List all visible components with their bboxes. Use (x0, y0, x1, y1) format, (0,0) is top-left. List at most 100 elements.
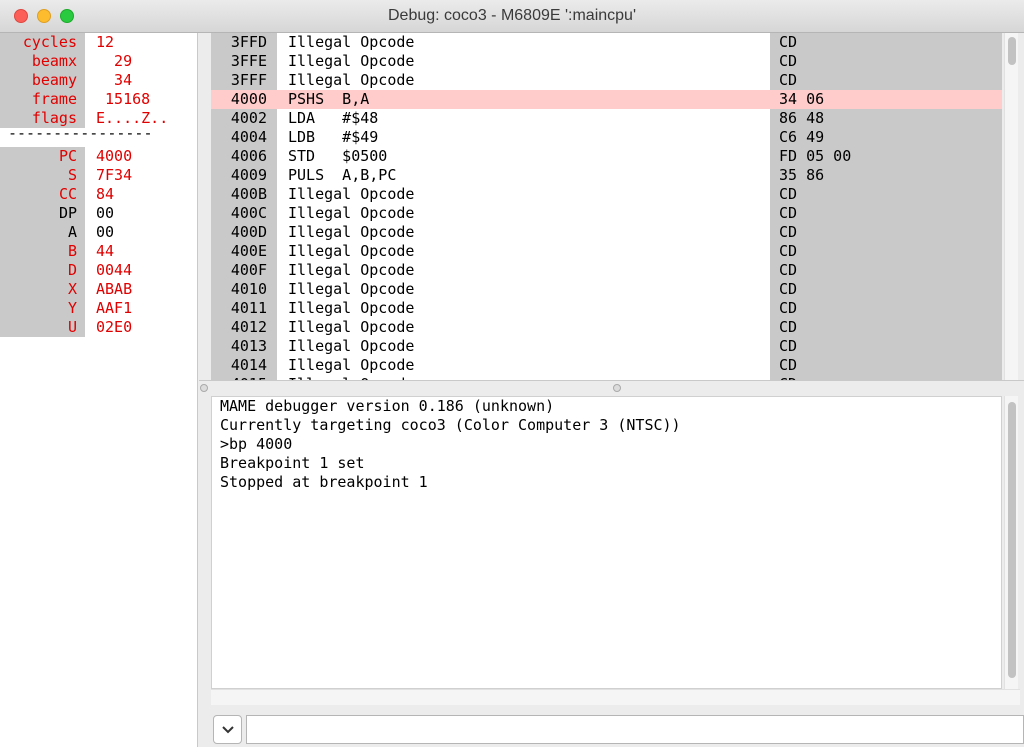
command-bar (211, 712, 1024, 747)
instruction-bytes: CD (770, 261, 1002, 280)
title-bar[interactable]: Debug: coco3 - M6809E ':maincpu' (0, 0, 1024, 33)
register-row: beamy 34 (0, 71, 198, 90)
chevron-down-icon (221, 726, 234, 734)
instruction-bytes: 35 86 (770, 166, 1002, 185)
register-value: 00 (96, 204, 115, 222)
register-label: CC (0, 185, 85, 204)
instruction-address: 3FFF (211, 71, 277, 90)
register-pane[interactable]: cycles 12 beamx 29 beamy 34 frame 15168 flags… (0, 33, 198, 747)
current-instruction-row[interactable]: 4000 PSHS B,A 34 06 (211, 90, 1002, 109)
disassembly-row[interactable]: 4006 STD $0500 FD 05 00 (211, 147, 1002, 166)
register-value: AAF1 (96, 299, 133, 317)
instruction-bytes: CD (770, 280, 1002, 299)
instruction-address: 4006 (211, 147, 277, 166)
instruction-address: 400F (211, 261, 277, 280)
register-value: 84 (96, 185, 115, 203)
register-value: 0044 (96, 261, 133, 279)
disassembly-row[interactable]: 400C Illegal Opcode CD (211, 204, 1002, 223)
instruction-text: STD $0500 (288, 147, 388, 165)
command-history-dropdown[interactable] (213, 715, 242, 744)
instruction-bytes: CD (770, 299, 1002, 318)
instruction-address: 3FFD (211, 33, 277, 52)
instruction-address: 3FFE (211, 52, 277, 71)
register-value: 7F34 (96, 166, 133, 184)
register-label: DP (0, 204, 85, 223)
disassembly-row[interactable]: 3FFE Illegal Opcode CD (211, 52, 1002, 71)
instruction-address: 4004 (211, 128, 277, 147)
instruction-text: PULS A,B,PC (288, 166, 397, 184)
disassembly-row[interactable]: 400B Illegal Opcode CD (211, 185, 1002, 204)
instruction-text: Illegal Opcode (288, 318, 415, 336)
register-value: 34 (96, 71, 133, 89)
instruction-text: Illegal Opcode (288, 185, 415, 203)
disassembly-scrollbar[interactable] (1004, 33, 1018, 380)
register-label: D (0, 261, 85, 280)
disassembly-view[interactable]: 3FFD Illegal Opcode CD 3FFE Illegal Opcode CD… (211, 33, 1002, 380)
instruction-text: Illegal Opcode (288, 337, 415, 355)
register-label: X (0, 280, 85, 299)
register-row: D 0044 (0, 261, 198, 280)
disassembly-row[interactable]: 4010 Illegal Opcode CD (211, 280, 1002, 299)
instruction-text: LDB #$49 (288, 128, 379, 146)
instruction-bytes: CD (770, 356, 1002, 375)
disassembly-row[interactable]: 4002 LDA #$48 86 48 (211, 109, 1002, 128)
register-label: frame (0, 90, 85, 109)
splitter-grip-icon[interactable] (613, 384, 621, 392)
register-row: CC 84 (0, 185, 198, 204)
instruction-bytes: 86 48 (770, 109, 1002, 128)
console-scroll-thumb[interactable] (1008, 402, 1016, 678)
pane-splitter[interactable] (199, 380, 1024, 394)
command-input[interactable] (246, 715, 1024, 744)
instruction-address: 4000 (211, 90, 277, 109)
disassembly-row[interactable]: 4014 Illegal Opcode CD (211, 356, 1002, 375)
register-label: S (0, 166, 85, 185)
instruction-text: Illegal Opcode (288, 242, 415, 260)
console-scrollbar[interactable] (1004, 396, 1018, 689)
register-row: A 00 (0, 223, 198, 242)
instruction-bytes: CD (770, 318, 1002, 337)
register-row: S 7F34 (0, 166, 198, 185)
register-label: Y (0, 299, 85, 318)
instruction-bytes: CD (770, 223, 1002, 242)
instruction-bytes: C6 49 (770, 128, 1002, 147)
register-label: beamy (0, 71, 85, 90)
disassembly-scroll-thumb[interactable] (1008, 37, 1016, 65)
register-separator: ---------------- (8, 124, 153, 142)
register-value: 00 (96, 223, 115, 241)
register-label: beamx (0, 52, 85, 71)
instruction-text: Illegal Opcode (288, 299, 415, 317)
disassembly-row[interactable]: 4012 Illegal Opcode CD (211, 318, 1002, 337)
disassembly-row[interactable]: 400D Illegal Opcode CD (211, 223, 1002, 242)
instruction-bytes: 34 06 (770, 90, 1002, 109)
disassembly-row[interactable]: 3FFD Illegal Opcode CD (211, 33, 1002, 52)
state-registers: cycles 12 beamx 29 beamy 34 frame 15168 flags… (0, 33, 198, 128)
cpu-registers: PC 4000 S 7F34 CC 84 DP 00 A 00 B 44 D 0044 X ABAB Y AAF1… (0, 147, 198, 337)
console-line: Currently targeting coco3 (Color Compute… (220, 416, 681, 434)
instruction-address: 4013 (211, 337, 277, 356)
instruction-address: 400B (211, 185, 277, 204)
disassembly-row[interactable]: 3FFF Illegal Opcode CD (211, 71, 1002, 90)
disassembly-row[interactable]: 400E Illegal Opcode CD (211, 242, 1002, 261)
disassembly-row[interactable]: 4011 Illegal Opcode CD (211, 299, 1002, 318)
instruction-text: Illegal Opcode (288, 280, 415, 298)
console-output[interactable]: MAME debugger version 0.186 (unknown) Cur… (211, 396, 1002, 689)
console-horizontal-scrollbar[interactable] (211, 689, 1020, 705)
disassembly-row[interactable]: 4009 PULS A,B,PC 35 86 (211, 166, 1002, 185)
register-row: B 44 (0, 242, 198, 261)
instruction-text: Illegal Opcode (288, 204, 415, 222)
instruction-address: 4014 (211, 356, 277, 375)
instruction-text: LDA #$48 (288, 109, 379, 127)
instruction-bytes: CD (770, 337, 1002, 356)
instruction-bytes: CD (770, 185, 1002, 204)
register-row: PC 4000 (0, 147, 198, 166)
register-row: U 02E0 (0, 318, 198, 337)
instruction-text: Illegal Opcode (288, 356, 415, 374)
disassembly-row[interactable]: 4013 Illegal Opcode CD (211, 337, 1002, 356)
window-title: Debug: coco3 - M6809E ':maincpu' (387, 7, 637, 24)
left-splitter-grip-icon[interactable] (200, 384, 208, 392)
instruction-text: Illegal Opcode (288, 52, 415, 70)
instruction-bytes: CD (770, 33, 1002, 52)
disassembly-row[interactable]: 4004 LDB #$49 C6 49 (211, 128, 1002, 147)
disassembly-row[interactable]: 400F Illegal Opcode CD (211, 261, 1002, 280)
instruction-bytes: FD 05 00 (770, 147, 1002, 166)
